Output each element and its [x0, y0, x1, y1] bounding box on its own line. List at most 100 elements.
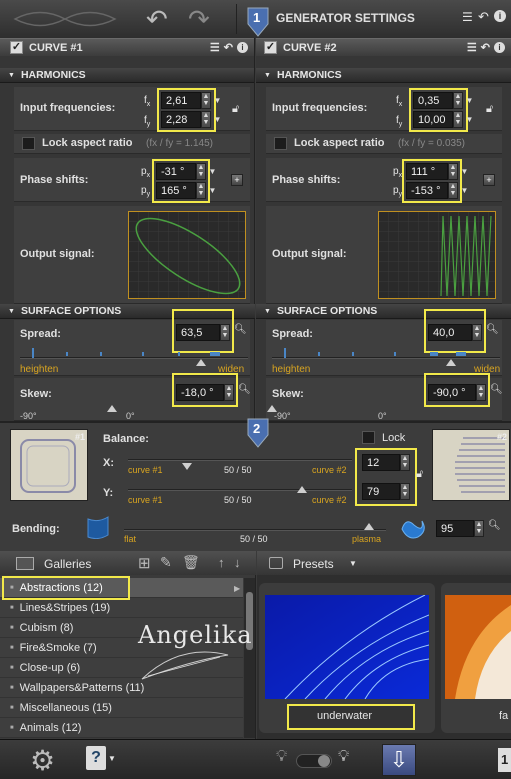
move-up-icon[interactable]: ↑ — [218, 555, 225, 570]
reset-icon[interactable]: ↶ — [478, 9, 489, 25]
gear-icon[interactable]: ⚙ — [30, 744, 55, 777]
gallery-scrollbar[interactable] — [244, 578, 255, 738]
spread-slider[interactable] — [20, 357, 248, 359]
fy-input[interactable]: 2,28 — [161, 111, 201, 128]
curve1-enable-checkbox[interactable]: ✓ — [10, 41, 23, 54]
presets-title[interactable]: Presets — [293, 557, 334, 571]
curve2-thumbnail[interactable]: #2 — [432, 429, 510, 501]
fx-dropdown-icon[interactable]: ▼ — [465, 92, 474, 109]
light-toggle[interactable] — [296, 754, 332, 768]
info-icon[interactable]: i — [494, 10, 506, 22]
py-input[interactable]: 165 ° — [156, 182, 196, 199]
fy-dropdown-icon[interactable]: ▼ — [465, 111, 474, 128]
reset-icon[interactable]: ↶ — [481, 41, 490, 54]
preset-card-underwater[interactable]: underwater — [259, 583, 435, 733]
lock-aspect-checkbox[interactable] — [274, 137, 287, 150]
menu-icon[interactable]: ☰ — [210, 41, 220, 54]
skew-slider-handle[interactable] — [107, 405, 117, 412]
skew-stepper[interactable]: ▲ ▼ — [224, 384, 234, 401]
help-icon[interactable]: ? — [86, 746, 106, 770]
spread-input[interactable]: 40,0 — [428, 324, 472, 341]
fy-dropdown-icon[interactable]: ▼ — [213, 111, 222, 128]
spread-slider-handle[interactable] — [196, 359, 206, 366]
undo-icon[interactable]: ↶ — [146, 4, 168, 35]
fy-input[interactable]: 10,00 — [413, 111, 453, 128]
lock-icon[interactable]: 🔓︎ — [416, 468, 423, 481]
py-input[interactable]: -153 ° — [406, 182, 448, 199]
lightbulb-off-icon[interactable]: 💡︎ — [276, 748, 287, 766]
balance-y-handle[interactable] — [297, 486, 307, 493]
expand-arrow-icon[interactable]: ▶ — [234, 584, 240, 593]
add-gallery-icon[interactable]: ⊞ — [138, 554, 151, 572]
curve2-enable-checkbox[interactable]: ✓ — [264, 41, 277, 54]
lock-aspect-checkbox[interactable] — [22, 137, 35, 150]
balance-y-input[interactable]: 79 — [362, 483, 400, 500]
px-stepper[interactable]: ▲ ▼ — [196, 163, 206, 180]
py-stepper[interactable]: ▲ ▼ — [448, 182, 458, 199]
menu-icon[interactable]: ☰ — [467, 41, 477, 54]
px-input[interactable]: 111 ° — [406, 163, 448, 180]
search-icon[interactable]: 🔍︎ — [238, 384, 251, 395]
balance-y-stepper[interactable]: ▲ ▼ — [400, 483, 410, 500]
menu-icon[interactable]: ☰ — [462, 10, 473, 24]
balance-y-slider[interactable] — [128, 489, 352, 491]
px-input[interactable]: -31 ° — [156, 163, 196, 180]
px-dropdown-icon[interactable]: ▼ — [460, 163, 469, 180]
spread-slider[interactable] — [272, 357, 500, 359]
bending-stepper[interactable]: ▲ ▼ — [474, 520, 484, 537]
spread-input[interactable]: 63,5 — [176, 324, 220, 341]
spread-slider-handle[interactable] — [446, 359, 456, 366]
search-icon[interactable]: 🔍︎ — [490, 384, 503, 395]
fy-stepper[interactable]: ▲ ▼ — [453, 111, 463, 128]
harmonics-section-header[interactable]: ▼ HARMONICS — [0, 68, 254, 83]
bending-handle[interactable] — [364, 523, 374, 530]
preset-card-2[interactable]: fa — [441, 583, 511, 733]
delete-icon[interactable]: 🗑︎ — [182, 554, 200, 571]
gallery-item-animals[interactable]: Animals (12) — [0, 718, 243, 738]
chevron-down-icon[interactable]: ▼ — [349, 559, 357, 568]
fx-input[interactable]: 2,61 — [161, 92, 201, 109]
skew-input[interactable]: -90,0 ° — [428, 384, 476, 401]
move-down-icon[interactable]: ↓ — [234, 555, 241, 570]
add-phase-button[interactable]: + — [483, 174, 495, 186]
py-dropdown-icon[interactable]: ▼ — [460, 182, 469, 199]
balance-x-handle[interactable] — [182, 463, 192, 470]
fx-dropdown-icon[interactable]: ▼ — [213, 92, 222, 109]
edit-icon[interactable]: ✎ — [160, 554, 172, 571]
redo-icon[interactable]: ↷ — [188, 4, 210, 35]
balance-x-slider[interactable] — [128, 459, 352, 461]
page-number[interactable]: 1 — [498, 748, 511, 772]
spread-stepper[interactable]: ▲ ▼ — [220, 324, 230, 341]
px-stepper[interactable]: ▲ ▼ — [448, 163, 458, 180]
lock-icon[interactable]: 🔓︎ — [486, 103, 493, 116]
gallery-item-lines-stripes[interactable]: Lines&Stripes (19) — [0, 598, 243, 618]
balance-lock-checkbox[interactable] — [362, 431, 375, 444]
py-dropdown-icon[interactable]: ▼ — [208, 182, 217, 199]
fx-stepper[interactable]: ▲ ▼ — [201, 92, 211, 109]
lightbulb-on-icon[interactable]: 💡︎ — [338, 748, 349, 766]
balance-x-input[interactable]: 12 — [362, 454, 400, 471]
fx-stepper[interactable]: ▲ ▼ — [453, 92, 463, 109]
info-icon[interactable]: i — [237, 42, 248, 53]
gallery-item-miscellaneous[interactable]: Miscellaneous (15) — [0, 698, 243, 718]
curve1-thumbnail[interactable]: #1 — [10, 429, 88, 501]
info-icon[interactable]: i — [494, 42, 505, 53]
px-dropdown-icon[interactable]: ▼ — [208, 163, 217, 180]
bending-input[interactable]: 95 — [436, 520, 474, 537]
reset-icon[interactable]: ↶ — [224, 41, 233, 54]
lock-icon[interactable]: 🔓︎ — [232, 103, 239, 116]
bending-slider[interactable] — [124, 529, 386, 531]
download-icon[interactable]: ⇩ — [382, 744, 416, 776]
search-icon[interactable]: 🔍︎ — [486, 324, 499, 335]
py-stepper[interactable]: ▲ ▼ — [196, 182, 206, 199]
spread-stepper[interactable]: ▲ ▼ — [472, 324, 482, 341]
balance-x-stepper[interactable]: ▲ ▼ — [400, 454, 410, 471]
skew-stepper[interactable]: ▲ ▼ — [476, 384, 486, 401]
chevron-down-icon[interactable]: ▼ — [108, 754, 116, 763]
fy-stepper[interactable]: ▲ ▼ — [201, 111, 211, 128]
search-icon[interactable]: 🔍︎ — [234, 324, 247, 335]
fx-input[interactable]: 0,35 — [413, 92, 453, 109]
skew-input[interactable]: -18,0 ° — [176, 384, 224, 401]
search-icon[interactable]: 🔍︎ — [488, 520, 501, 531]
harmonics-section-header[interactable]: ▼ HARMONICS — [256, 68, 511, 83]
